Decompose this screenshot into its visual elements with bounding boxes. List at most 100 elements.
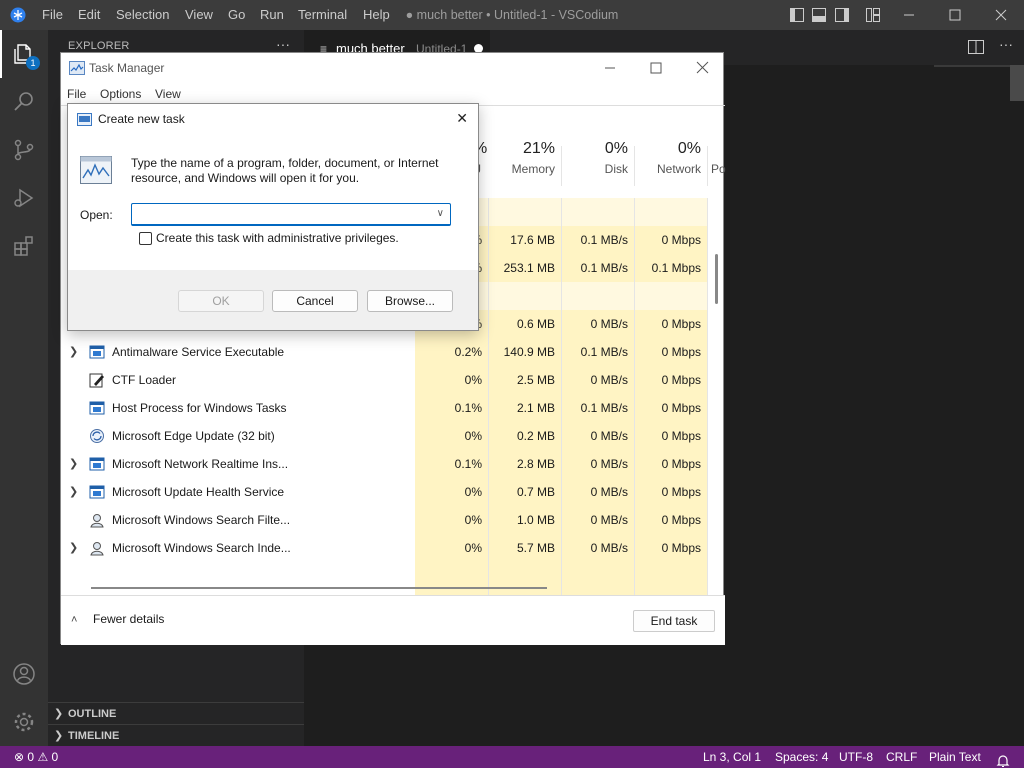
extensions-activity[interactable]	[0, 222, 48, 270]
toggle-secondary-sidebar-icon[interactable]	[835, 8, 849, 22]
timeline-section[interactable]: ❯ TIMELINE	[48, 724, 304, 746]
tm-menu-options[interactable]: Options	[100, 87, 141, 101]
dialog-close-icon[interactable]: ✕	[456, 110, 468, 127]
disk-value: 0.1 MB/s	[580, 345, 628, 359]
cancel-button[interactable]: Cancel	[272, 290, 358, 312]
search-user-icon	[89, 540, 105, 556]
cpu-value: 0%	[464, 541, 482, 555]
memory-value: 0.2 MB	[516, 429, 555, 443]
minimap-slider[interactable]	[1010, 65, 1024, 101]
menu-help[interactable]: Help	[363, 0, 390, 30]
menu-run[interactable]: Run	[260, 0, 284, 30]
search-activity[interactable]	[0, 78, 48, 126]
tm-close-icon[interactable]	[687, 53, 717, 83]
run-debug-activity[interactable]	[0, 174, 48, 222]
table-row[interactable]: ❯ Microsoft Network Realtime Ins... 0.1% 2.…	[61, 450, 725, 478]
toggle-panel-icon[interactable]	[812, 8, 826, 22]
menu-selection[interactable]: Selection	[116, 0, 169, 30]
admin-privileges-checkbox[interactable]	[139, 232, 152, 245]
language-mode-status[interactable]: Plain Text	[929, 746, 981, 768]
cpu-value: 0.1%	[454, 457, 482, 471]
table-row[interactable]: ❯ Microsoft Update Health Service 0% 0.7 MB…	[61, 478, 725, 506]
more-editor-actions-icon[interactable]: ···	[999, 36, 1013, 52]
network-value: 0 Mbps	[661, 317, 701, 331]
create-new-task-dialog: Create new task ✕ Type the name of a pro…	[67, 103, 479, 331]
menu-view[interactable]: View	[185, 0, 213, 30]
expand-chevron-icon[interactable]: ❯	[69, 345, 78, 358]
disk-value: 0 MB/s	[590, 429, 628, 443]
memory-value: 17.6 MB	[510, 233, 555, 247]
more-actions-icon[interactable]: ···	[276, 36, 290, 52]
menu-terminal[interactable]: Terminal	[298, 0, 347, 30]
expand-chevron-icon[interactable]: ❯	[69, 541, 78, 554]
ok-button[interactable]: OK	[178, 290, 264, 312]
explorer-activity[interactable]: 1	[0, 30, 48, 78]
network-column-header[interactable]: 0% Network	[634, 140, 701, 188]
tm-menu-view[interactable]: View	[155, 87, 181, 101]
table-row[interactable]: CTF Loader 0% 2.5 MB 0 MB/s 0 Mbps	[61, 366, 725, 394]
end-task-button[interactable]: End task	[633, 610, 715, 632]
dialog-button-bar: OK Cancel Browse...	[68, 270, 478, 330]
network-value: 0 Mbps	[661, 401, 701, 415]
source-control-activity[interactable]	[0, 126, 48, 174]
tm-maximize-icon[interactable]	[641, 53, 671, 83]
open-combobox[interactable]: ∨	[131, 203, 451, 226]
outline-label: OUTLINE	[68, 708, 117, 720]
process-name: Microsoft Network Realtime Ins...	[112, 457, 289, 471]
browse-button[interactable]: Browse...	[367, 290, 453, 312]
table-row[interactable]: Microsoft Windows Search Filte... 0% 1.0 M…	[61, 506, 725, 534]
expand-chevron-icon[interactable]: ❯	[69, 485, 78, 498]
eol-status[interactable]: CRLF	[886, 746, 917, 768]
outline-section[interactable]: ❯ OUTLINE	[48, 702, 304, 724]
chevron-down-icon[interactable]: ∨	[437, 208, 444, 219]
table-row[interactable]: ❯ Microsoft Windows Search Inde... 0% 5.7 M…	[61, 534, 725, 562]
memory-pct: 21%	[522, 140, 555, 157]
network-value: 0 Mbps	[661, 429, 701, 443]
memory-label: Memory	[511, 162, 555, 176]
menu-edit[interactable]: Edit	[78, 0, 100, 30]
menu-file[interactable]: File	[42, 0, 63, 30]
menu-go[interactable]: Go	[228, 0, 245, 30]
problems-status[interactable]: ⊗ 0 ⚠ 0	[14, 746, 58, 768]
dialog-title: Create new task	[98, 112, 185, 126]
app-icon	[89, 484, 105, 500]
maximize-icon[interactable]	[932, 0, 978, 30]
table-row[interactable]: Microsoft Edge Update (32 bit) 0% 0.2 MB 0 …	[61, 422, 725, 450]
table-row[interactable]: ❯ Antimalware Service Executable 0.2% 140.9…	[61, 338, 725, 366]
disk-value: 0 MB/s	[590, 457, 628, 471]
timeline-label: TIMELINE	[68, 730, 120, 742]
tm-minimize-icon[interactable]	[595, 53, 625, 83]
toggle-primary-sidebar-icon[interactable]	[790, 8, 804, 22]
minimize-icon[interactable]	[886, 0, 932, 30]
customize-layout-icon[interactable]	[866, 8, 880, 22]
vertical-scrollbar-thumb[interactable]	[715, 254, 718, 304]
memory-column-header[interactable]: 21% Memory	[493, 140, 555, 188]
explorer-header: EXPLORER	[68, 40, 130, 52]
tm-menu-file[interactable]: File	[67, 87, 86, 101]
indentation-status[interactable]: Spaces: 4	[775, 746, 828, 768]
process-name: Microsoft Windows Search Filte...	[112, 513, 291, 527]
disk-column-header[interactable]: 0% Disk	[566, 140, 628, 188]
horizontal-scrollbar[interactable]	[61, 584, 725, 592]
activity-bar: 1	[0, 30, 48, 746]
manage-activity[interactable]	[0, 698, 48, 746]
admin-privileges-label[interactable]: Create this task with administrative pri…	[156, 231, 399, 245]
close-window-icon[interactable]	[978, 0, 1024, 30]
process-name: Host Process for Windows Tasks	[112, 401, 287, 415]
app-icon	[89, 400, 105, 416]
cursor-position[interactable]: Ln 3, Col 1	[703, 746, 761, 768]
accounts-activity[interactable]	[0, 650, 48, 698]
task-manager-titlebar[interactable]: Task Manager	[61, 53, 725, 83]
expand-chevron-icon[interactable]: ❯	[69, 457, 78, 470]
table-row[interactable]: Host Process for Windows Tasks 0.1% 2.1 MB…	[61, 394, 725, 422]
horizontal-scrollbar-thumb[interactable]	[91, 587, 547, 589]
vscodium-logo-icon[interactable]	[10, 7, 26, 23]
bell-icon[interactable]	[996, 750, 1010, 768]
split-editor-icon[interactable]	[968, 40, 984, 54]
encoding-status[interactable]: UTF-8	[839, 746, 873, 768]
fewer-details-button[interactable]: ˄ Fewer details	[71, 612, 164, 626]
memory-value: 5.7 MB	[516, 541, 555, 555]
run-dialog-title-icon	[77, 113, 92, 126]
network-value: 0 Mbps	[661, 345, 701, 359]
power-column-header[interactable]: Po	[711, 140, 726, 188]
